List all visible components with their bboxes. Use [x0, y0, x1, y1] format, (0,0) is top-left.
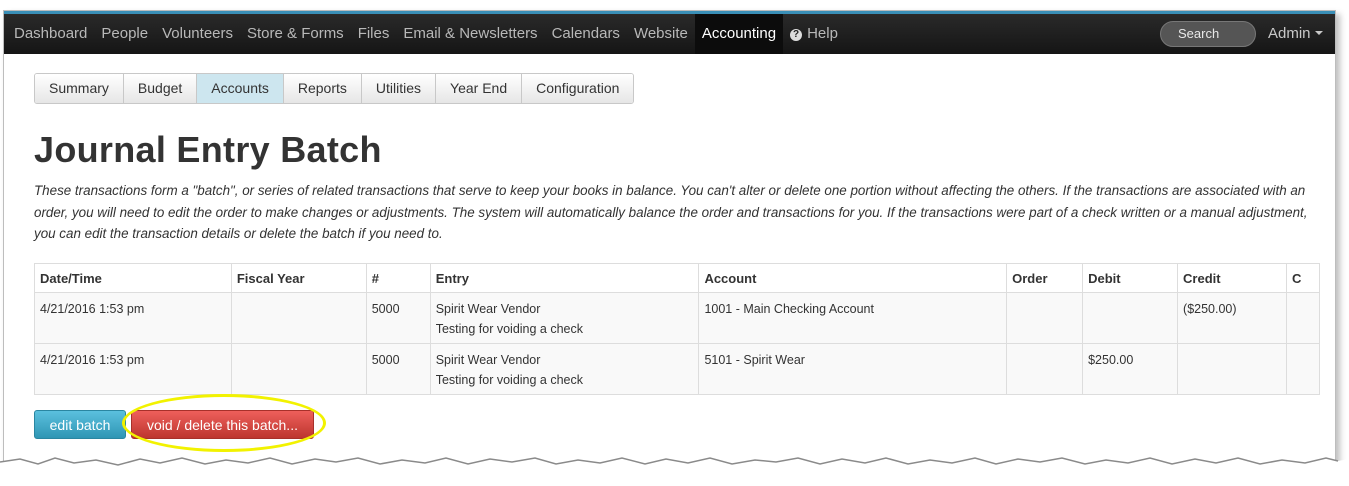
- nav-calendars[interactable]: Calendars: [545, 14, 627, 54]
- col-header-c[interactable]: C: [1285, 263, 1320, 293]
- top-navbar: Dashboard People Volunteers Store & Form…: [4, 11, 1335, 54]
- edit-batch-button[interactable]: edit batch: [34, 410, 126, 439]
- nav-files[interactable]: Files: [351, 14, 397, 54]
- cell-fiscal-year: [230, 292, 367, 344]
- cell-credit: ($250.00): [1177, 292, 1287, 344]
- nav-help-label: Help: [807, 25, 838, 42]
- table-header-row: Date/Time Fiscal Year # Entry Account Or…: [34, 263, 1320, 293]
- col-header-account[interactable]: Account: [698, 263, 1007, 293]
- admin-label: Admin: [1268, 25, 1311, 42]
- table-row: 4/21/2016 1:53 pm 5000 Spirit Wear Vendo…: [34, 343, 1320, 395]
- cell-c: [1285, 292, 1320, 344]
- cell-datetime: 4/21/2016 1:53 pm: [34, 292, 232, 344]
- col-header-order[interactable]: Order: [1006, 263, 1083, 293]
- caret-down-icon: [1314, 31, 1323, 35]
- entry-vendor: Spirit Wear Vendor: [435, 353, 541, 367]
- cell-debit: [1082, 292, 1178, 344]
- nav-email-newsletters[interactable]: Email & Newsletters: [396, 14, 544, 54]
- cell-fiscal-year: [230, 343, 367, 395]
- torn-edge-decoration: [0, 457, 1349, 486]
- tab-accounts[interactable]: Accounts: [197, 74, 284, 103]
- nav-volunteers[interactable]: Volunteers: [155, 14, 240, 54]
- tab-year-end[interactable]: Year End: [436, 74, 523, 103]
- tab-reports[interactable]: Reports: [283, 74, 362, 103]
- nav-website[interactable]: Website: [627, 14, 695, 54]
- cell-credit: [1177, 343, 1287, 395]
- accounting-subnav: Summary Budget Accounts Reports Utilitie…: [34, 73, 635, 104]
- cell-order: [1006, 343, 1083, 395]
- page-description: These transactions form a "batch", or se…: [34, 183, 1308, 241]
- table-row: 4/21/2016 1:53 pm 5000 Spirit Wear Vendo…: [34, 292, 1320, 344]
- cell-order: [1006, 292, 1083, 344]
- tab-budget[interactable]: Budget: [123, 74, 198, 103]
- cell-c: [1285, 343, 1320, 395]
- entry-vendor: Spirit Wear Vendor: [435, 302, 541, 316]
- search-input[interactable]: Search: [1160, 21, 1256, 47]
- col-header-debit[interactable]: Debit: [1082, 263, 1178, 293]
- app-window: Dashboard People Volunteers Store & Form…: [3, 10, 1336, 474]
- main-nav: Dashboard People Volunteers Store & Form…: [4, 14, 845, 54]
- cell-entry: Spirit Wear Vendor Testing for voiding a …: [429, 343, 699, 395]
- admin-menu[interactable]: Admin: [1268, 14, 1323, 54]
- cell-number: 5000: [365, 292, 431, 344]
- col-header-credit[interactable]: Credit: [1177, 263, 1287, 293]
- cell-entry: Spirit Wear Vendor Testing for voiding a …: [429, 292, 699, 344]
- cell-account: 5101 - Spirit Wear: [698, 343, 1007, 395]
- question-circle-icon: ?: [790, 29, 803, 41]
- page-title: Journal Entry Batch: [34, 129, 382, 170]
- nav-help[interactable]: ? Help: [783, 14, 845, 54]
- cell-debit: $250.00: [1082, 343, 1178, 395]
- nav-dashboard[interactable]: Dashboard: [4, 14, 94, 54]
- col-header-entry[interactable]: Entry: [429, 263, 699, 293]
- nav-accounting[interactable]: Accounting: [694, 14, 784, 54]
- cell-datetime: 4/21/2016 1:53 pm: [34, 343, 232, 395]
- cell-account: 1001 - Main Checking Account: [698, 292, 1007, 344]
- entry-memo: Testing for voiding a check: [435, 373, 584, 387]
- col-header-fiscal-year[interactable]: Fiscal Year: [230, 263, 367, 293]
- col-header-number[interactable]: #: [365, 263, 431, 293]
- highlight-annotation-ellipse: [122, 394, 326, 452]
- entry-memo: Testing for voiding a check: [435, 322, 584, 336]
- nav-people[interactable]: People: [94, 14, 155, 54]
- tab-summary[interactable]: Summary: [35, 74, 124, 103]
- transactions-table: Date/Time Fiscal Year # Entry Account Or…: [34, 263, 1320, 395]
- col-header-datetime[interactable]: Date/Time: [34, 263, 232, 293]
- nav-store-forms[interactable]: Store & Forms: [240, 14, 351, 54]
- tab-configuration[interactable]: Configuration: [522, 74, 634, 103]
- cell-number: 5000: [365, 343, 431, 395]
- tab-utilities[interactable]: Utilities: [361, 74, 437, 103]
